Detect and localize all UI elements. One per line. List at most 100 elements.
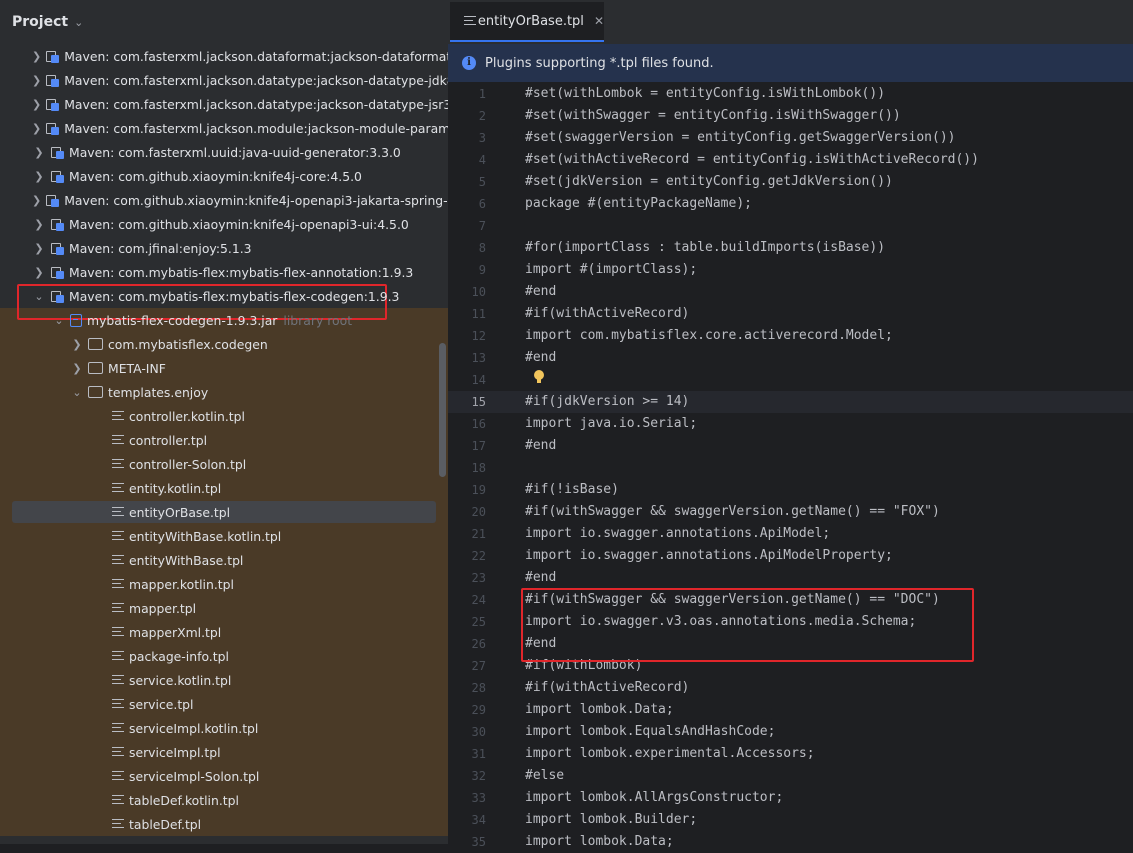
tree-item-maven-library[interactable]: ❯ Maven: com.jfinal:enjoy:5.1.3 — [0, 236, 448, 260]
editor-area: entityOrBase.tpl ✕ i Plugins supporting … — [448, 0, 1133, 849]
tree-item-maven-library[interactable]: ❯ Maven: com.fasterxml.jackson.datatype:… — [0, 68, 448, 92]
code-line[interactable]: 10 #end — [448, 281, 1133, 303]
tree-item-file[interactable]: serviceImpl.kotlin.tpl — [0, 716, 448, 740]
code-line[interactable]: 31 import lombok.experimental.Accessors; — [448, 743, 1133, 765]
tree-item-folder[interactable]: ❯ com.mybatisflex.codegen — [0, 332, 448, 356]
code-line[interactable]: 5 #set(jdkVersion = entityConfig.getJdkVe… — [448, 171, 1133, 193]
text-file-icon — [112, 770, 124, 782]
text-file-icon — [112, 458, 124, 470]
tree-item-file[interactable]: service.kotlin.tpl — [0, 668, 448, 692]
code-line[interactable]: 28 #if(withActiveRecord) — [448, 677, 1133, 699]
chevron-right-icon[interactable]: ❯ — [32, 146, 46, 159]
tree-item-maven-library[interactable]: ❯ Maven: com.github.xiaoymin:knife4j-ope… — [0, 188, 448, 212]
tree-item-maven-library[interactable]: ❯ Maven: com.fasterxml.jackson.dataforma… — [0, 44, 448, 68]
tree-item-file[interactable]: entityWithBase.kotlin.tpl — [0, 524, 448, 548]
code-line[interactable]: 17 #end — [448, 435, 1133, 457]
tree-item-file[interactable]: entity.kotlin.tpl — [0, 476, 448, 500]
tree-item-maven-library[interactable]: ❯ Maven: com.fasterxml.jackson.module:ja… — [0, 116, 448, 140]
tree-item-maven-library[interactable]: ❯ Maven: com.mybatis-flex:mybatis-flex-a… — [0, 260, 448, 284]
code-line[interactable]: 7 — [448, 215, 1133, 237]
code-line[interactable]: 34 import lombok.Builder; — [448, 809, 1133, 831]
chevron-down-icon[interactable]: ⌄ — [70, 386, 84, 399]
code-line[interactable]: 30 import lombok.EqualsAndHashCode; — [448, 721, 1133, 743]
chevron-right-icon[interactable]: ❯ — [70, 362, 84, 375]
chevron-right-icon[interactable]: ❯ — [32, 218, 46, 231]
tree-item-label: Maven: com.fasterxml.uuid:java-uuid-gene… — [69, 144, 401, 160]
code-line[interactable]: 12 import com.mybatisflex.core.activereco… — [448, 325, 1133, 347]
tree-item-file[interactable]: controller.tpl — [0, 428, 448, 452]
tree-item-file[interactable]: mapper.kotlin.tpl — [0, 572, 448, 596]
code-line[interactable]: 1 #set(withLombok = entityConfig.isWithLo… — [448, 83, 1133, 105]
code-line[interactable]: 29 import lombok.Data; — [448, 699, 1133, 721]
code-line[interactable]: 16 import java.io.Serial; — [448, 413, 1133, 435]
tree-item-maven-library[interactable]: ❯ Maven: com.github.xiaoymin:knife4j-cor… — [0, 164, 448, 188]
code-line[interactable]: 3 #set(swaggerVersion = entityConfig.getS… — [448, 127, 1133, 149]
tree-item-file[interactable]: entityOrBase.tpl — [0, 500, 448, 524]
tab-entityorbase[interactable]: entityOrBase.tpl ✕ — [450, 2, 604, 42]
tree-item-label: Maven: com.github.xiaoymin:knife4j-opena… — [64, 192, 448, 208]
tree-item-maven-library[interactable]: ❯ Maven: com.github.xiaoymin:knife4j-ope… — [0, 212, 448, 236]
code-line[interactable]: 33 import lombok.AllArgsConstructor; — [448, 787, 1133, 809]
code-line[interactable]: 20 #if(withSwagger && swaggerVersion.getN… — [448, 501, 1133, 523]
code-text: import com.mybatisflex.core.activerecord… — [525, 328, 893, 343]
code-line[interactable]: 9 import #(importClass); — [448, 259, 1133, 281]
code-line[interactable]: 13 #end — [448, 347, 1133, 369]
code-area[interactable]: 1 #set(withLombok = entityConfig.isWithLo… — [448, 83, 1133, 853]
tree-item-file[interactable]: serviceImpl-Solon.tpl — [0, 764, 448, 788]
tree-item-file[interactable]: mapper.tpl — [0, 596, 448, 620]
tree-item-file[interactable]: entityWithBase.tpl — [0, 548, 448, 572]
code-line[interactable]: 32 #else — [448, 765, 1133, 787]
chevron-right-icon[interactable]: ❯ — [32, 194, 41, 207]
chevron-right-icon[interactable]: ❯ — [32, 50, 41, 63]
chevron-right-icon[interactable]: ❯ — [32, 98, 41, 111]
tree-item-maven-library[interactable]: ❯ Maven: com.fasterxml.jackson.datatype:… — [0, 92, 448, 116]
chevron-right-icon[interactable]: ❯ — [70, 338, 84, 351]
tree-item-folder[interactable]: ❯ META-INF — [0, 356, 448, 380]
tree-scrollbar[interactable] — [439, 343, 446, 477]
code-line[interactable]: 6 package #(entityPackageName); — [448, 193, 1133, 215]
tree-item-file[interactable]: controller-Solon.tpl — [0, 452, 448, 476]
chevron-right-icon[interactable]: ❯ — [32, 242, 46, 255]
code-line[interactable]: 21 import io.swagger.annotations.ApiModel… — [448, 523, 1133, 545]
project-panel-header[interactable]: Project ⌄ — [0, 0, 448, 44]
text-file-icon — [112, 650, 124, 662]
code-line[interactable]: 15 #if(jdkVersion >= 14) — [448, 391, 1133, 413]
chevron-down-icon[interactable]: ⌄ — [32, 290, 46, 303]
tree-item-file[interactable]: tableDef.tpl — [0, 812, 448, 836]
text-file-icon — [112, 626, 124, 638]
tree-item-file[interactable]: service.tpl — [0, 692, 448, 716]
code-line[interactable]: 23 #end — [448, 567, 1133, 589]
file-label: package-info.tpl — [129, 648, 229, 664]
lightbulb-icon[interactable] — [534, 370, 544, 383]
tree-item-file[interactable]: tableDef.kotlin.tpl — [0, 788, 448, 812]
project-panel: Project ⌄ ❯ Maven: com.fasterxml.jackson… — [0, 0, 448, 844]
chevron-right-icon[interactable]: ❯ — [32, 170, 46, 183]
code-line[interactable]: 22 import io.swagger.annotations.ApiModel… — [448, 545, 1133, 567]
tree-item-file[interactable]: serviceImpl.tpl — [0, 740, 448, 764]
code-line[interactable]: 2 #set(withSwagger = entityConfig.isWithS… — [448, 105, 1133, 127]
line-number: 29 — [471, 703, 486, 717]
tree-item-file[interactable]: package-info.tpl — [0, 644, 448, 668]
code-line[interactable]: 11 #if(withActiveRecord) — [448, 303, 1133, 325]
tree-item-folder[interactable]: ⌄ templates.enjoy — [0, 380, 448, 404]
highlight-box-doc-import — [521, 588, 974, 662]
tree-item-file[interactable]: controller.kotlin.tpl — [0, 404, 448, 428]
tree-item-maven-library[interactable]: ❯ Maven: com.fasterxml.uuid:java-uuid-ge… — [0, 140, 448, 164]
code-line[interactable]: 19 #if(!isBase) — [448, 479, 1133, 501]
chevron-right-icon[interactable]: ❯ — [32, 266, 46, 279]
chevron-right-icon[interactable]: ❯ — [32, 74, 41, 87]
tree-item-file[interactable]: mapperXml.tpl — [0, 620, 448, 644]
tree-item-label: Maven: com.fasterxml.jackson.module:jack… — [64, 120, 448, 136]
code-line[interactable]: 35 import lombok.Data; — [448, 831, 1133, 853]
code-line[interactable]: 8 #for(importClass : table.buildImports(i… — [448, 237, 1133, 259]
chevron-right-icon[interactable]: ❯ — [32, 122, 41, 135]
code-line[interactable]: 4 #set(withActiveRecord = entityConfig.is… — [448, 149, 1133, 171]
line-number: 2 — [478, 109, 486, 123]
chevron-down-icon[interactable]: ⌄ — [74, 16, 83, 29]
line-number: 27 — [471, 659, 486, 673]
file-label: entityWithBase.kotlin.tpl — [129, 528, 282, 544]
code-line[interactable]: 18 — [448, 457, 1133, 479]
code-line[interactable]: 14 — [448, 369, 1133, 391]
close-icon[interactable]: ✕ — [594, 14, 604, 28]
chevron-down-icon[interactable]: ⌄ — [52, 314, 66, 327]
